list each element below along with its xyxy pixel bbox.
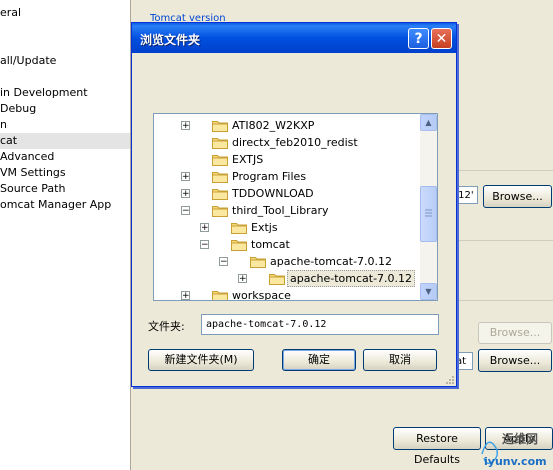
preference-node[interactable]: n [0, 117, 130, 133]
folder-label: 文件夹: [148, 320, 185, 333]
folder-icon [231, 221, 247, 234]
folder-name-input[interactable]: apache-tomcat-7.0.12 [201, 314, 439, 335]
folder-name[interactable]: TDDOWNLOAD [230, 185, 316, 202]
tree-row[interactable]: − tomcat [154, 236, 420, 253]
expand-icon[interactable]: + [200, 223, 209, 233]
preferences-tree-pane: eral all/Update in Development Debug n cat Ad… [0, 0, 131, 470]
expand-icon[interactable]: + [181, 172, 190, 182]
folder-name[interactable]: tomcat [249, 236, 292, 253]
tree-scrollbar[interactable]: ▲ ▼ [420, 114, 437, 300]
tree-row[interactable]: + ATI802_W2KXP [154, 117, 420, 134]
preference-node[interactable]: in Development [0, 85, 130, 101]
folder-name[interactable]: directx_feb2010_redist [230, 134, 360, 151]
folder-name[interactable]: third_Tool_Library [230, 202, 330, 219]
cancel-button[interactable]: 取消 [363, 349, 437, 371]
folder-icon [269, 272, 285, 285]
expand-icon[interactable]: + [181, 189, 190, 199]
preference-node[interactable]: Debug [0, 101, 130, 117]
preference-node[interactable]: all/Update [0, 53, 130, 69]
collapse-icon[interactable]: − [200, 240, 209, 250]
tree-row[interactable]: EXTJS [154, 151, 420, 168]
expand-icon[interactable]: + [238, 274, 247, 284]
folder-icon [212, 136, 228, 149]
scroll-up-arrow-icon[interactable]: ▲ [420, 114, 437, 131]
scroll-down-arrow-icon[interactable]: ▼ [420, 283, 437, 300]
folder-icon [212, 289, 228, 300]
ok-button[interactable]: 确定 [282, 349, 356, 371]
browse-button-disabled: Browse... [478, 322, 552, 344]
collapse-icon[interactable]: − [219, 257, 228, 267]
tree-row[interactable]: − third_Tool_Library [154, 202, 420, 219]
resize-grip-icon[interactable] [444, 374, 454, 384]
help-icon: ? [414, 31, 423, 47]
watermark-logo: 运维网 iyunv.com [481, 431, 547, 468]
watermark-text-url: iyunv.com [484, 455, 547, 468]
folder-name[interactable]: workspace [230, 287, 293, 300]
folder-name[interactable]: apache-tomcat-7.0.12 [268, 253, 394, 270]
dialog-title: 浏览文件夹 [140, 33, 201, 47]
preference-node[interactable]: omcat Manager App [0, 197, 130, 213]
folder-icon [212, 119, 228, 132]
grip-icon [425, 209, 432, 217]
tree-row[interactable]: + apache-tomcat-7.0.12 [154, 270, 420, 287]
folder-name[interactable]: Program Files [230, 168, 308, 185]
folder-icon [250, 255, 266, 268]
folder-icon [231, 238, 247, 251]
watermark-text-cn: 运维网 [502, 431, 538, 446]
tree-row[interactable]: + workspace [154, 287, 420, 300]
preference-node[interactable]: VM Settings [0, 165, 130, 181]
expand-icon[interactable]: + [181, 291, 190, 300]
tree-row[interactable]: directx_feb2010_redist [154, 134, 420, 151]
preference-node[interactable]: Source Path [0, 181, 130, 197]
browse-button-2[interactable]: Browse... [478, 349, 552, 372]
folder-name[interactable]: EXTJS [230, 151, 265, 168]
folder-name[interactable]: Extjs [249, 219, 280, 236]
folder-name[interactable]: ATI802_W2KXP [230, 117, 316, 134]
tree-row[interactable]: + TDDOWNLOAD [154, 185, 420, 202]
collapse-icon[interactable]: − [181, 206, 190, 216]
browse-button[interactable]: Browse... [483, 185, 552, 208]
close-button[interactable]: ✕ [431, 28, 452, 49]
preference-node[interactable]: eral [0, 5, 130, 21]
dialog-titlebar[interactable]: 浏览文件夹 ? ✕ [132, 23, 456, 53]
tree-row[interactable]: − apache-tomcat-7.0.12 [154, 253, 420, 270]
scroll-thumb[interactable] [420, 186, 437, 242]
folder-icon [212, 187, 228, 200]
expand-icon[interactable]: + [181, 121, 190, 131]
dir-field[interactable]: at [455, 352, 473, 370]
tree-row[interactable]: + Program Files [154, 168, 420, 185]
help-button[interactable]: ? [408, 28, 429, 49]
restore-defaults-button[interactable]: Restore Defaults [393, 427, 481, 466]
folder-tree[interactable]: + ATI802_W2KXP directx_feb2010_redist EXTJS… [153, 113, 438, 301]
close-icon: ✕ [435, 31, 448, 47]
preference-node[interactable]: cat [0, 133, 130, 149]
folder-icon [212, 204, 228, 217]
folder-icon [212, 153, 228, 166]
folder-icon [212, 170, 228, 183]
preference-node[interactable]: Advanced [0, 149, 130, 165]
tree-row[interactable]: + Extjs [154, 219, 420, 236]
folder-name[interactable]: apache-tomcat-7.0.12 [287, 270, 416, 287]
browse-folder-dialog: 浏览文件夹 ? ✕ + ATI802_W2KXP directx_feb2010_r… [131, 22, 457, 387]
new-folder-button[interactable]: 新建文件夹(M) [148, 349, 254, 371]
